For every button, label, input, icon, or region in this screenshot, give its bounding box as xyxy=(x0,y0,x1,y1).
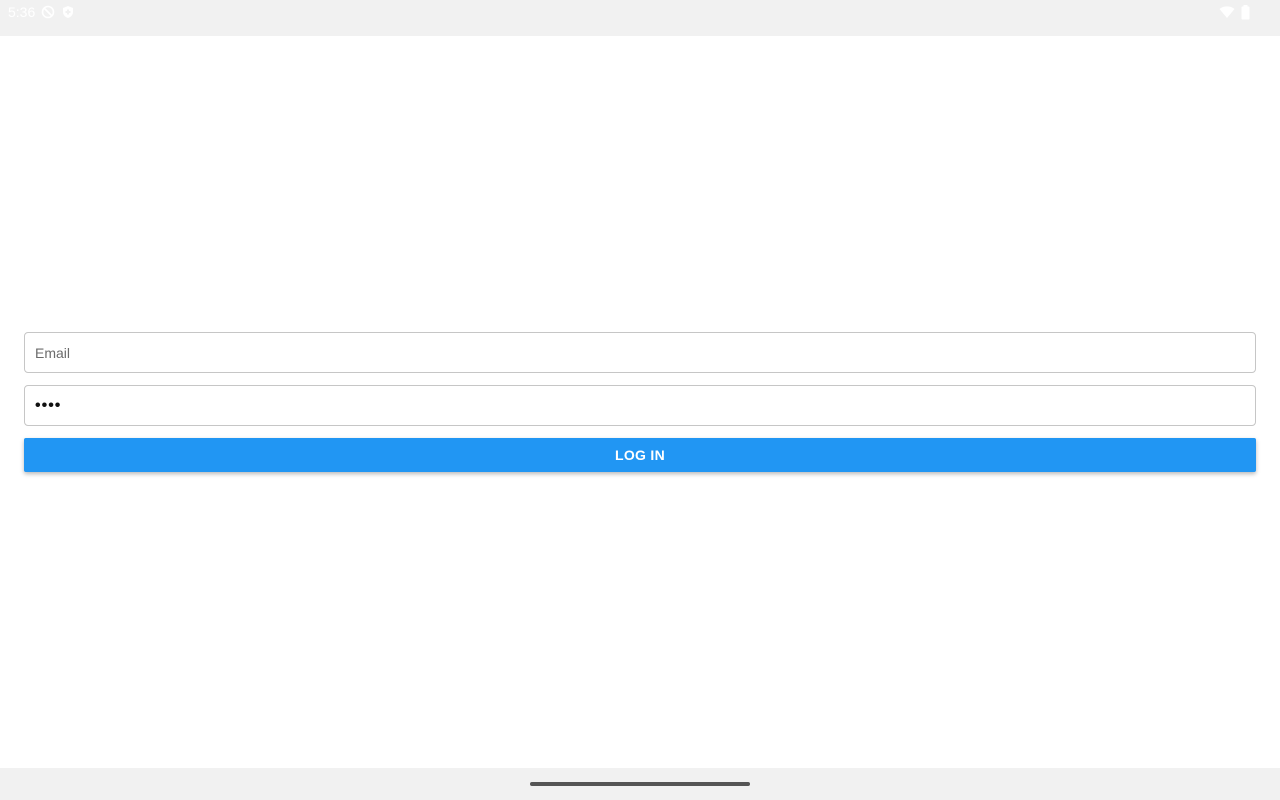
password-field[interactable] xyxy=(24,385,1256,426)
email-field[interactable] xyxy=(24,332,1256,373)
do-not-disturb-icon xyxy=(41,5,55,19)
navigation-bar xyxy=(0,768,1280,800)
shield-icon xyxy=(61,5,75,19)
email-input[interactable] xyxy=(35,333,1245,372)
status-bar: 5:36 xyxy=(0,0,1280,36)
password-input[interactable] xyxy=(35,386,1245,425)
login-screen: LOG IN xyxy=(0,36,1280,768)
login-button[interactable]: LOG IN xyxy=(24,438,1256,472)
status-left: 5:36 xyxy=(8,4,75,20)
status-time: 5:36 xyxy=(8,4,36,20)
home-gesture-handle[interactable] xyxy=(530,782,750,786)
battery-icon xyxy=(1241,4,1250,20)
status-right xyxy=(1219,4,1272,20)
wifi-icon xyxy=(1219,5,1235,19)
